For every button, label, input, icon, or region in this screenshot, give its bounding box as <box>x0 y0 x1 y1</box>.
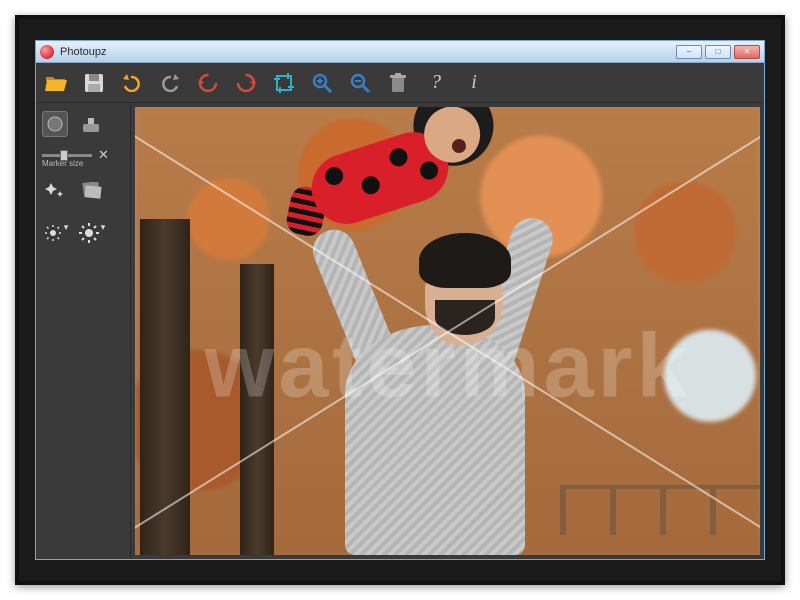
open-folder-icon <box>45 74 67 92</box>
app-window: Photoupz – □ ✕ <box>35 40 765 560</box>
photo-tree-trunk <box>240 264 274 555</box>
chevron-down-icon: ▾ <box>64 222 69 233</box>
content-area: ✕ Marker size <box>36 103 764 559</box>
chevron-down-icon: ▾ <box>101 222 106 233</box>
rotate-cw-icon <box>235 72 257 94</box>
trash-icon <box>389 73 407 93</box>
canvas: watermark <box>131 103 764 559</box>
photo-man <box>345 325 525 555</box>
rotate-ccw-icon <box>197 72 219 94</box>
app-icon <box>40 45 54 59</box>
minimize-button[interactable]: – <box>676 45 702 59</box>
photo-fence <box>560 485 760 535</box>
rotate-cw-button[interactable] <box>234 71 258 95</box>
slider-thumb[interactable] <box>60 150 68 161</box>
main-toolbar: ? i <box>36 63 764 103</box>
crop-button[interactable] <box>272 71 296 95</box>
undo-button[interactable] <box>120 71 144 95</box>
marker-size-label: Marker size <box>42 159 124 168</box>
sparkle-icon <box>45 181 65 201</box>
info-icon: i <box>471 71 477 94</box>
save-button[interactable] <box>82 71 106 95</box>
clone-stamp-tool[interactable] <box>78 111 104 137</box>
redo-button[interactable] <box>158 71 182 95</box>
sidebar: ✕ Marker size <box>36 103 131 559</box>
outer-frame: Photoupz – □ ✕ <box>15 15 785 585</box>
help-button[interactable]: ? <box>424 71 448 95</box>
crop-icon <box>274 73 294 93</box>
window-controls: – □ ✕ <box>676 45 760 59</box>
trash-button[interactable] <box>386 71 410 95</box>
close-button[interactable]: ✕ <box>734 45 760 59</box>
circle-marker-icon <box>46 115 64 133</box>
photos-tool[interactable] <box>78 178 104 204</box>
photo-tree-trunk <box>140 219 190 555</box>
zoom-out-button[interactable] <box>348 71 372 95</box>
slider-track[interactable] <box>42 154 92 157</box>
redo-icon <box>159 74 181 92</box>
brightness-up-icon <box>79 223 99 243</box>
titlebar: Photoupz – □ ✕ <box>36 41 764 63</box>
image-viewport[interactable]: watermark <box>135 107 760 555</box>
photos-stack-icon <box>79 182 103 200</box>
zoom-in-button[interactable] <box>310 71 334 95</box>
open-button[interactable] <box>44 71 68 95</box>
sparkle-tool[interactable] <box>42 178 68 204</box>
window-title: Photoupz <box>60 46 676 58</box>
clone-stamp-icon <box>80 114 102 134</box>
rotate-ccw-button[interactable] <box>196 71 220 95</box>
brightness-down-tool[interactable]: ▾ <box>42 220 68 246</box>
brightness-down-icon <box>44 224 62 242</box>
marker-brush-tool[interactable] <box>42 111 68 137</box>
zoom-in-icon <box>312 73 332 93</box>
maximize-button[interactable]: □ <box>705 45 731 59</box>
zoom-out-icon <box>350 73 370 93</box>
brightness-up-tool[interactable]: ▾ <box>78 220 104 246</box>
undo-icon <box>121 74 143 92</box>
save-icon <box>84 73 104 93</box>
info-button[interactable]: i <box>462 71 486 95</box>
help-icon: ? <box>431 71 441 94</box>
clear-x-icon[interactable]: ✕ <box>98 147 109 163</box>
